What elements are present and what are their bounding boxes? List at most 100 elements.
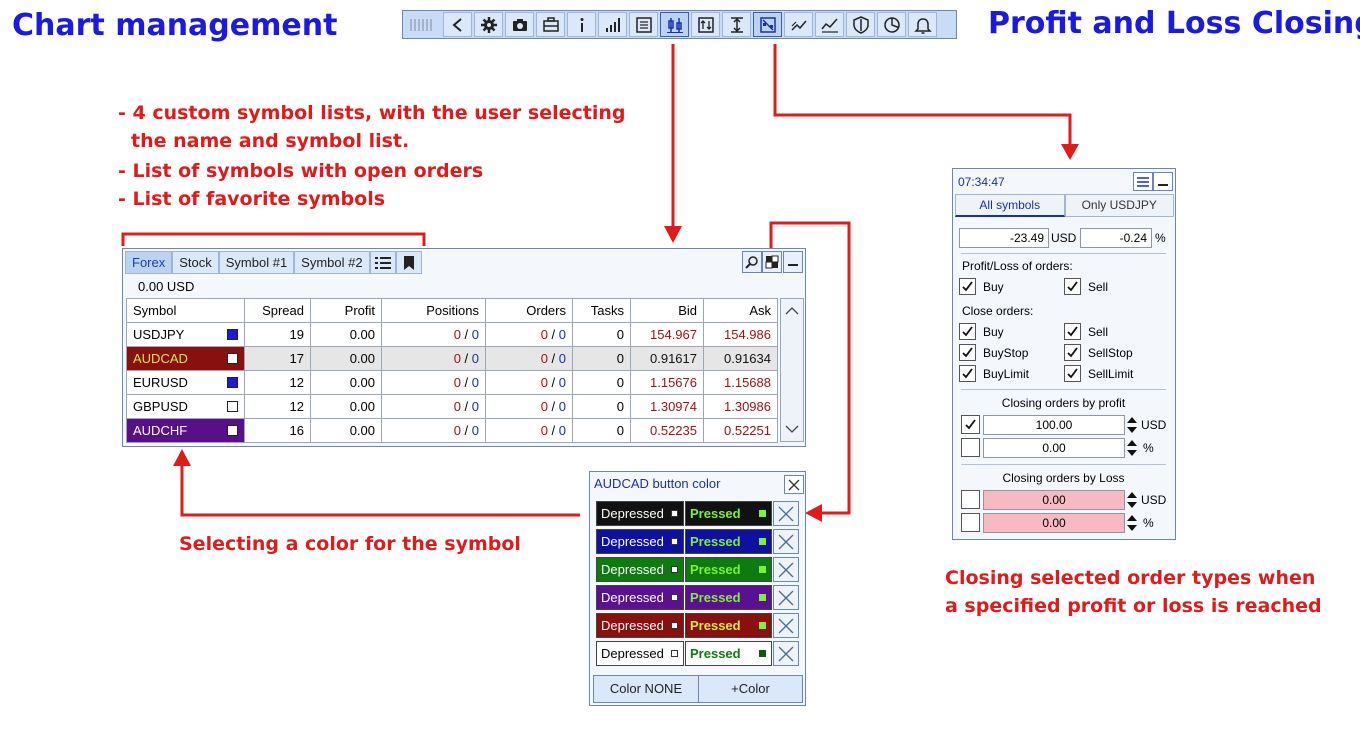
candles-icon[interactable] bbox=[660, 12, 689, 37]
symbol-color-swatch[interactable] bbox=[227, 425, 238, 436]
loss-pct-checkbox[interactable] bbox=[961, 513, 980, 532]
ask-cell[interactable]: 1.30986 bbox=[703, 394, 778, 419]
close-buylimit-checkbox[interactable] bbox=[959, 365, 976, 382]
color-none-button[interactable]: Color NONE bbox=[593, 675, 699, 703]
tab-stock[interactable]: Stock bbox=[172, 251, 219, 274]
close-sell-checkbox[interactable] bbox=[1064, 323, 1081, 340]
briefcase-icon[interactable] bbox=[536, 12, 565, 37]
pressed-color-button[interactable]: Pressed bbox=[685, 641, 772, 666]
ask-cell[interactable]: 154.986 bbox=[703, 322, 778, 347]
table-scrollbar[interactable] bbox=[780, 298, 804, 442]
symbol-cell[interactable]: EURUSD bbox=[126, 370, 245, 395]
bid-cell[interactable]: 1.30974 bbox=[630, 394, 704, 419]
symbol-color-swatch[interactable] bbox=[227, 353, 238, 364]
col-positions[interactable]: Positions bbox=[381, 298, 486, 323]
pressed-color-button[interactable]: Pressed bbox=[685, 613, 772, 638]
signal-bars-icon[interactable] bbox=[598, 12, 627, 37]
scroll-down-icon[interactable] bbox=[781, 417, 803, 441]
symbol-color-swatch[interactable] bbox=[227, 329, 238, 340]
range-icon[interactable] bbox=[722, 12, 751, 37]
col-profit[interactable]: Profit bbox=[310, 298, 382, 323]
minimize-icon[interactable] bbox=[1153, 172, 1173, 191]
grip-icon[interactable] bbox=[405, 12, 441, 37]
symbol-cell[interactable]: GBPUSD bbox=[126, 394, 245, 419]
ask-cell[interactable]: 0.91634 bbox=[703, 346, 778, 371]
symbol-cell[interactable]: USDJPY bbox=[126, 322, 245, 347]
col-bid[interactable]: Bid bbox=[630, 298, 704, 323]
close-icon[interactable] bbox=[784, 475, 804, 494]
profit-pct-checkbox[interactable] bbox=[961, 438, 980, 457]
spinner-icon[interactable] bbox=[1126, 415, 1138, 435]
gear-icon[interactable] bbox=[474, 12, 503, 37]
depressed-color-button[interactable]: Depressed bbox=[596, 585, 684, 610]
depressed-color-button[interactable]: Depressed bbox=[596, 557, 684, 582]
symbol-color-swatch[interactable] bbox=[227, 401, 238, 412]
minimize-icon[interactable] bbox=[783, 251, 803, 273]
pressed-color-button[interactable]: Pressed bbox=[685, 557, 772, 582]
col-spread[interactable]: Spread bbox=[244, 298, 311, 323]
profit-usd-checkbox[interactable] bbox=[961, 415, 980, 434]
spinner-icon[interactable] bbox=[1126, 490, 1138, 510]
list-icon[interactable] bbox=[629, 12, 658, 37]
pl-sell-checkbox[interactable] bbox=[1064, 278, 1081, 295]
loss-pct-input[interactable]: 0.00 bbox=[983, 513, 1125, 533]
col-orders[interactable]: Orders bbox=[485, 298, 573, 323]
delete-icon[interactable] bbox=[773, 557, 799, 582]
col-ask[interactable]: Ask bbox=[703, 298, 778, 323]
loss-usd-checkbox[interactable] bbox=[961, 490, 980, 509]
bid-cell[interactable]: 1.15676 bbox=[630, 370, 704, 395]
color-picker-icon[interactable] bbox=[762, 251, 782, 273]
symbol-cell[interactable]: AUDCAD bbox=[126, 346, 245, 371]
spinner-icon[interactable] bbox=[1126, 513, 1138, 533]
back-icon[interactable] bbox=[443, 12, 472, 37]
table-row[interactable]: AUDCAD 17 0.00 0 / 00 / 0 0 0.91617 0.91634 bbox=[126, 346, 778, 371]
info-icon[interactable] bbox=[567, 12, 596, 37]
pl-buy-checkbox[interactable] bbox=[959, 278, 976, 295]
shield-icon[interactable] bbox=[846, 12, 875, 37]
tab-only-usdjpy[interactable]: Only USDJPY bbox=[1064, 194, 1174, 217]
depressed-color-button[interactable]: Depressed bbox=[596, 641, 684, 666]
sort-icon[interactable] bbox=[691, 12, 720, 37]
pressed-color-button[interactable]: Pressed bbox=[685, 529, 772, 554]
trend-icon[interactable] bbox=[784, 12, 813, 37]
chart-line-icon[interactable] bbox=[815, 12, 844, 37]
profit-pct-input[interactable]: 0.00 bbox=[983, 438, 1125, 458]
table-row[interactable]: AUDCHF 16 0.00 0 / 00 / 0 0 0.52235 0.52251 bbox=[126, 418, 778, 443]
add-color-button[interactable]: +Color bbox=[698, 675, 803, 703]
delete-icon[interactable] bbox=[773, 501, 799, 526]
tab-forex[interactable]: Forex bbox=[125, 251, 173, 274]
close-selllimit-checkbox[interactable] bbox=[1064, 365, 1081, 382]
tab-symbol-2[interactable]: Symbol #2 bbox=[294, 251, 370, 274]
pie-chart-icon[interactable] bbox=[877, 12, 906, 37]
close-buy-checkbox[interactable] bbox=[959, 323, 976, 340]
table-row[interactable]: GBPUSD 12 0.00 0 / 00 / 0 0 1.30974 1.30986 bbox=[126, 394, 778, 419]
bid-cell[interactable]: 154.967 bbox=[630, 322, 704, 347]
table-row[interactable]: USDJPY 19 0.00 0 / 00 / 0 0 154.967 154.986 bbox=[126, 322, 778, 347]
hedge-icon[interactable] bbox=[753, 12, 782, 37]
tab-symbol-1[interactable]: Symbol #1 bbox=[218, 251, 295, 274]
pressed-color-button[interactable]: Pressed bbox=[685, 501, 772, 526]
delete-icon[interactable] bbox=[773, 529, 799, 554]
open-orders-list-icon[interactable] bbox=[369, 251, 396, 274]
close-buystop-checkbox[interactable] bbox=[959, 344, 976, 361]
search-icon[interactable] bbox=[742, 251, 762, 273]
bookmark-icon[interactable] bbox=[395, 251, 422, 274]
close-sellstop-checkbox[interactable] bbox=[1064, 344, 1081, 361]
ask-cell[interactable]: 0.52251 bbox=[703, 418, 778, 443]
ask-cell[interactable]: 1.15688 bbox=[703, 370, 778, 395]
pressed-color-button[interactable]: Pressed bbox=[685, 585, 772, 610]
table-row[interactable]: EURUSD 12 0.00 0 / 00 / 0 0 1.15676 1.15688 bbox=[126, 370, 778, 395]
spinner-icon[interactable] bbox=[1126, 438, 1138, 458]
depressed-color-button[interactable]: Depressed bbox=[596, 501, 684, 526]
symbol-cell[interactable]: AUDCHF bbox=[126, 418, 245, 443]
bell-icon[interactable] bbox=[908, 12, 937, 37]
delete-icon[interactable] bbox=[773, 613, 799, 638]
loss-usd-input[interactable]: 0.00 bbox=[983, 490, 1125, 510]
tab-all-symbols[interactable]: All symbols bbox=[955, 194, 1065, 217]
camera-icon[interactable] bbox=[505, 12, 534, 37]
menu-icon[interactable] bbox=[1133, 172, 1153, 191]
scroll-up-icon[interactable] bbox=[781, 299, 803, 323]
profit-usd-input[interactable]: 100.00 bbox=[983, 415, 1125, 435]
delete-icon[interactable] bbox=[773, 641, 799, 666]
depressed-color-button[interactable]: Depressed bbox=[596, 529, 684, 554]
